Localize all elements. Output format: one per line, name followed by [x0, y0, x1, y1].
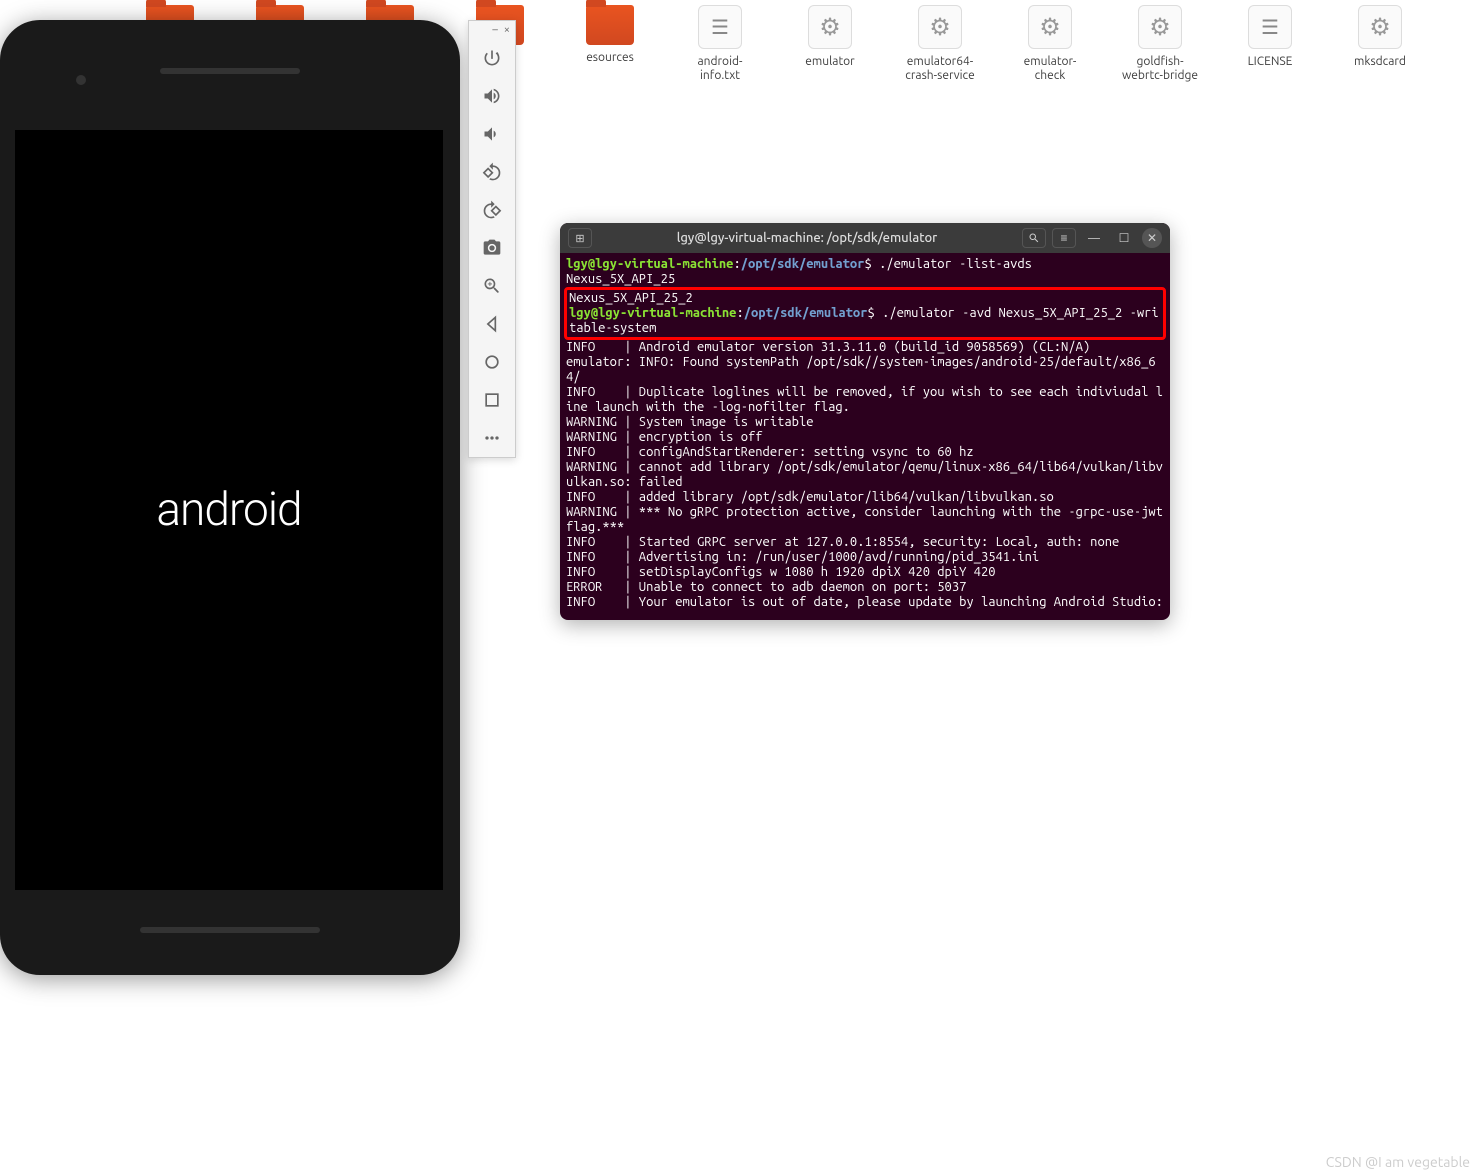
icon-label: android-info.txt: [680, 55, 760, 84]
text-file-icon: [1248, 5, 1292, 49]
text-file-icon: [698, 5, 742, 49]
file-goldfish-webrtc-bridge[interactable]: goldfish-webrtc-bridge: [1120, 5, 1200, 84]
file-emulator-check[interactable]: emulator-check: [1010, 5, 1090, 84]
home-button[interactable]: [469, 343, 515, 381]
maximize-button[interactable]: ☐: [1112, 228, 1136, 248]
executable-icon: [918, 5, 962, 49]
executable-icon: [808, 5, 852, 49]
executable-icon: [1138, 5, 1182, 49]
file-mksdcard[interactable]: mksdcard: [1340, 5, 1420, 84]
home-icon: [482, 352, 502, 372]
more-button[interactable]: [469, 419, 515, 457]
icon-label: emulator64-crash-service: [900, 55, 980, 84]
volume-up-button[interactable]: [469, 77, 515, 115]
back-icon: [482, 314, 502, 334]
new-tab-button[interactable]: ⊞: [568, 228, 592, 248]
search-button[interactable]: [1022, 228, 1046, 248]
more-icon: [482, 428, 502, 448]
icon-label: emulator: [805, 55, 854, 69]
emulator-toolbar-header: – ×: [469, 21, 515, 39]
overview-icon: [482, 390, 502, 410]
emulator-toolbar: – ×: [468, 20, 516, 458]
prompt-user: lgy@lgy-virtual-machine: [569, 306, 736, 320]
file-license[interactable]: LICENSE: [1230, 5, 1310, 84]
search-icon: [1028, 232, 1040, 244]
terminal-output: INFO | Android emulator version 31.3.11.…: [566, 340, 1170, 609]
rotate-right-icon: [482, 200, 502, 220]
phone-camera: [76, 75, 86, 85]
command-text: ./emulator -list-avds: [879, 257, 1032, 271]
android-boot-logo: android: [156, 483, 301, 537]
zoom-icon: [482, 276, 502, 296]
icon-label: LICENSE: [1248, 55, 1293, 69]
minimize-button[interactable]: –: [492, 24, 497, 36]
overview-button[interactable]: [469, 381, 515, 419]
rotate-left-button[interactable]: [469, 153, 515, 191]
output-line: Nexus_5X_API_25: [566, 272, 675, 286]
file-android-info[interactable]: android-info.txt: [680, 5, 760, 84]
zoom-button[interactable]: [469, 267, 515, 305]
terminal-header[interactable]: ⊞ lgy@lgy-virtual-machine: /opt/sdk/emul…: [560, 223, 1170, 253]
phone-speaker-bottom: [140, 927, 320, 933]
phone-screen[interactable]: android: [15, 130, 443, 890]
icon-label: emulator-check: [1010, 55, 1090, 84]
executable-icon: [1028, 5, 1072, 49]
close-button[interactable]: ✕: [1142, 228, 1162, 248]
minimize-button[interactable]: —: [1082, 228, 1106, 248]
prompt-path: /opt/sdk/emulator: [744, 306, 868, 320]
watermark: CSDN @I am vegetable: [1326, 1154, 1470, 1170]
prompt-path: /opt/sdk/emulator: [741, 257, 865, 271]
back-button[interactable]: [469, 305, 515, 343]
highlighted-command: Nexus_5X_API_25_2 lgy@lgy-virtual-machin…: [564, 287, 1166, 340]
power-button[interactable]: [469, 39, 515, 77]
folder-resources[interactable]: esources: [570, 5, 650, 84]
phone-speaker-top: [160, 68, 300, 74]
volume-down-icon: [482, 124, 502, 144]
power-icon: [482, 48, 502, 68]
icon-label: goldfish-webrtc-bridge: [1120, 55, 1200, 84]
icon-label: esources: [586, 51, 634, 65]
close-button[interactable]: ×: [504, 24, 510, 36]
android-emulator-device[interactable]: android: [0, 20, 460, 975]
volume-up-icon: [482, 86, 502, 106]
icon-label: mksdcard: [1354, 55, 1406, 69]
output-line: Nexus_5X_API_25_2: [569, 291, 693, 305]
terminal-body[interactable]: lgy@lgy-virtual-machine:/opt/sdk/emulato…: [560, 253, 1170, 620]
screenshot-button[interactable]: [469, 229, 515, 267]
executable-icon: [1358, 5, 1402, 49]
folder-icon: [586, 5, 634, 45]
file-emulator64-crash-service[interactable]: emulator64-crash-service: [900, 5, 980, 84]
terminal-title: lgy@lgy-virtual-machine: /opt/sdk/emulat…: [598, 231, 1016, 245]
terminal-window: ⊞ lgy@lgy-virtual-machine: /opt/sdk/emul…: [560, 223, 1170, 620]
volume-down-button[interactable]: [469, 115, 515, 153]
camera-icon: [482, 238, 502, 258]
menu-button[interactable]: ≡: [1052, 228, 1076, 248]
rotate-left-icon: [482, 162, 502, 182]
file-emulator[interactable]: emulator: [790, 5, 870, 84]
prompt-user: lgy@lgy-virtual-machine: [566, 257, 733, 271]
rotate-right-button[interactable]: [469, 191, 515, 229]
